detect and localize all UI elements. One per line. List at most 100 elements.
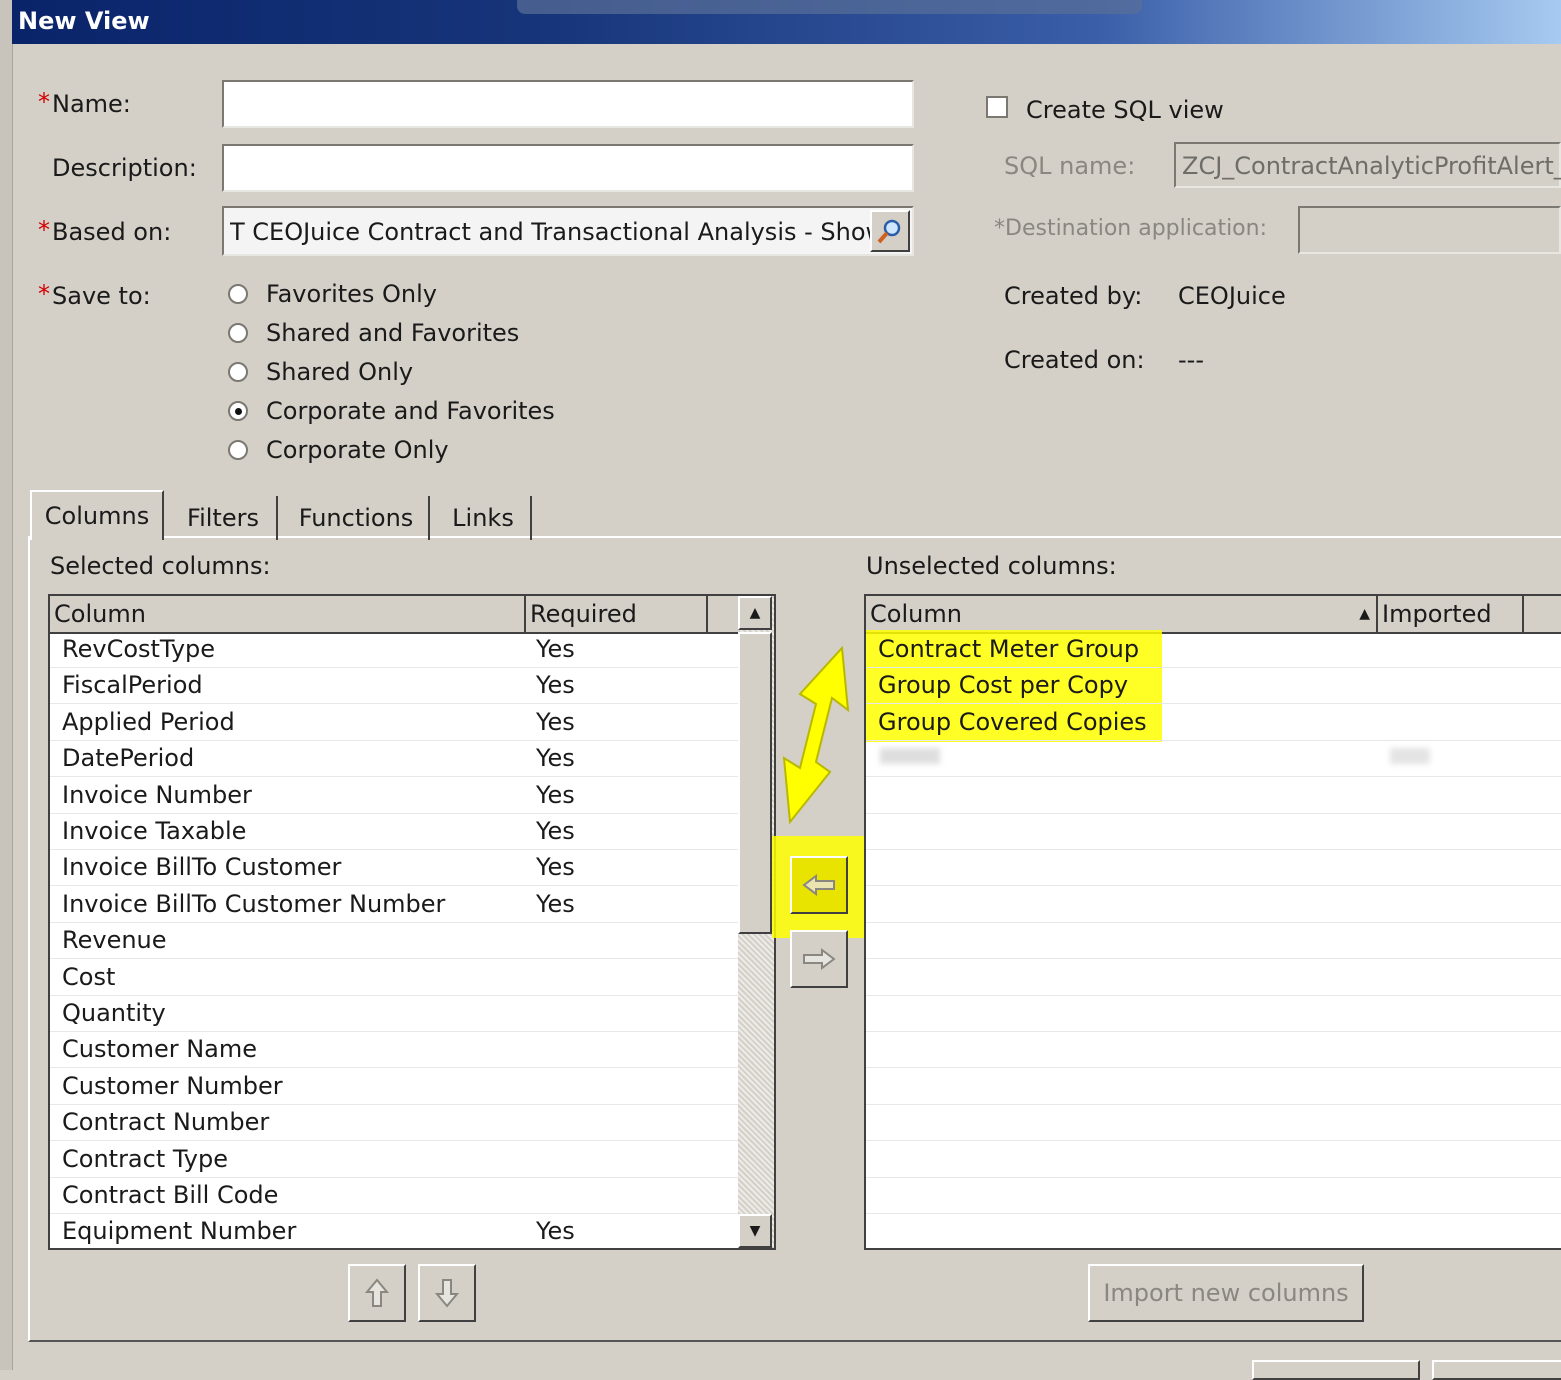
- magnifier-icon: [877, 219, 901, 244]
- created-on-value: ---: [1178, 346, 1204, 374]
- unselected-columns-label: Unselected columns:: [866, 552, 1117, 580]
- table-row[interactable]: Contract Meter Group: [866, 632, 1561, 668]
- dialog-footer-button[interactable]: [1252, 1360, 1420, 1380]
- unselected-columns-grid[interactable]: Column ▲ Imported Contract Meter Group Gr…: [864, 594, 1561, 1250]
- table-row[interactable]: Invoice BillTo Customer Yes: [50, 850, 738, 887]
- cell-column-name: Invoice BillTo Customer Number: [62, 889, 446, 918]
- table-row[interactable]: [866, 960, 1561, 996]
- radio-label: Corporate Only: [266, 436, 449, 464]
- description-input[interactable]: [222, 144, 914, 192]
- cell-column-name: FiscalPeriod: [62, 671, 203, 700]
- based-on-lookup-button[interactable]: [870, 210, 910, 252]
- cell-column-name: Contract Meter Group: [878, 635, 1140, 663]
- table-row[interactable]: [866, 887, 1561, 923]
- sql-name-input[interactable]: ZCJ_ContractAnalyticProfitAlert_RI: [1174, 142, 1561, 188]
- destination-application-select[interactable]: [1298, 206, 1561, 254]
- window-title: New View: [18, 7, 150, 35]
- arrow-left-icon: [802, 874, 835, 896]
- arrow-up-icon: [365, 1278, 389, 1307]
- table-row[interactable]: [866, 850, 1561, 887]
- title-bar-decoration: [517, 0, 1142, 14]
- table-row[interactable]: Contract Number: [50, 1105, 738, 1142]
- created-on-label: Created on:: [1004, 346, 1145, 374]
- create-sql-view-checkbox[interactable]: [986, 96, 1008, 118]
- table-row[interactable]: Invoice Number Yes: [50, 778, 738, 814]
- arrow-down-icon: [435, 1279, 459, 1308]
- table-row[interactable]: Group Covered Copies: [866, 705, 1561, 741]
- cell-column-name: Invoice BillTo Customer: [62, 853, 342, 882]
- column-header-column[interactable]: Column: [50, 596, 526, 632]
- column-header-column[interactable]: Column ▲: [866, 596, 1378, 632]
- table-row[interactable]: Contract Bill Code: [50, 1178, 738, 1214]
- column-header-required[interactable]: Required: [526, 596, 708, 632]
- selected-scrollbar[interactable]: ▲ ▼: [738, 596, 774, 1248]
- cell-column-name: Cost: [62, 962, 116, 991]
- radio-button[interactable]: [228, 440, 248, 460]
- radio-button[interactable]: [228, 284, 248, 304]
- dialog-footer-button[interactable]: [1432, 1360, 1561, 1380]
- table-row[interactable]: FiscalPeriod Yes: [50, 668, 738, 705]
- cell-required: Yes: [536, 780, 575, 809]
- name-input[interactable]: [222, 80, 914, 128]
- table-row[interactable]: [866, 1214, 1561, 1248]
- table-row[interactable]: [866, 814, 1561, 850]
- column-header-imported[interactable]: Imported: [1378, 596, 1524, 632]
- table-row[interactable]: [866, 741, 1561, 778]
- table-row[interactable]: Invoice BillTo Customer Number Yes: [50, 887, 738, 923]
- table-row[interactable]: [866, 923, 1561, 960]
- sort-ascending-icon: ▲: [1359, 606, 1370, 622]
- create-sql-view-label: Create SQL view: [1026, 96, 1224, 124]
- table-row[interactable]: [866, 1178, 1561, 1214]
- table-row[interactable]: Quantity: [50, 996, 738, 1032]
- add-column-button[interactable]: [790, 856, 848, 914]
- tab-filters[interactable]: Filters: [170, 496, 278, 540]
- cell-column-name: DatePeriod: [62, 744, 195, 773]
- based-on-field[interactable]: T CEOJuice Contract and Transactional An…: [222, 206, 914, 256]
- selected-columns-grid[interactable]: Column Required RevCostType Yes FiscalPeri…: [48, 594, 776, 1250]
- scroll-down-button[interactable]: ▼: [738, 1214, 772, 1248]
- cell-required: Yes: [536, 635, 575, 663]
- table-row[interactable]: [866, 1069, 1561, 1105]
- table-row[interactable]: DatePeriod Yes: [50, 741, 738, 778]
- table-row[interactable]: Equipment Number Yes: [50, 1214, 738, 1248]
- table-row[interactable]: [866, 1142, 1561, 1178]
- radio-button[interactable]: [228, 362, 248, 382]
- move-down-button[interactable]: [418, 1264, 476, 1322]
- table-row[interactable]: Invoice Taxable Yes: [50, 814, 738, 850]
- table-row[interactable]: Group Cost per Copy: [866, 668, 1561, 705]
- radio-shared-only[interactable]: Shared Only: [228, 354, 413, 390]
- radio-corporate-only[interactable]: Corporate Only: [228, 432, 449, 468]
- radio-corporate-and-favorites[interactable]: Corporate and Favorites: [228, 393, 555, 429]
- table-row[interactable]: [866, 996, 1561, 1032]
- scroll-up-button[interactable]: ▲: [738, 596, 772, 630]
- table-row[interactable]: Customer Number: [50, 1069, 738, 1105]
- table-row[interactable]: Contract Type: [50, 1142, 738, 1178]
- tab-columns[interactable]: Columns: [30, 490, 164, 540]
- radio-favorites-only[interactable]: Favorites Only: [228, 276, 437, 312]
- tab-links[interactable]: Links: [436, 496, 532, 540]
- move-up-button[interactable]: [348, 1264, 406, 1322]
- name-required-marker: *: [38, 88, 50, 116]
- radio-label: Shared Only: [266, 358, 414, 386]
- radio-label: Corporate and Favorites: [266, 397, 555, 425]
- table-row[interactable]: [866, 1032, 1561, 1069]
- tab-functions[interactable]: Functions: [284, 496, 430, 540]
- table-row[interactable]: Cost: [50, 960, 738, 996]
- scroll-thumb[interactable]: [738, 632, 772, 934]
- double-arrow-annotation-icon: [782, 645, 850, 825]
- save-to-label: Save to:: [52, 282, 151, 310]
- table-row[interactable]: Revenue: [50, 923, 738, 960]
- radio-button-selected[interactable]: [228, 401, 248, 421]
- table-row[interactable]: [866, 1105, 1561, 1142]
- remove-column-button[interactable]: [790, 930, 848, 988]
- selected-columns-label: Selected columns:: [50, 552, 271, 580]
- import-new-columns-button[interactable]: Import new columns: [1088, 1264, 1364, 1322]
- table-row[interactable]: RevCostType Yes: [50, 632, 738, 668]
- radio-shared-and-favorites[interactable]: Shared and Favorites: [228, 315, 519, 351]
- description-label: Description:: [52, 154, 197, 182]
- table-row[interactable]: Customer Name: [50, 1032, 738, 1069]
- radio-button[interactable]: [228, 323, 248, 343]
- table-row[interactable]: Applied Period Yes: [50, 705, 738, 741]
- table-row[interactable]: [866, 778, 1561, 814]
- based-on-label: Based on:: [52, 218, 172, 246]
